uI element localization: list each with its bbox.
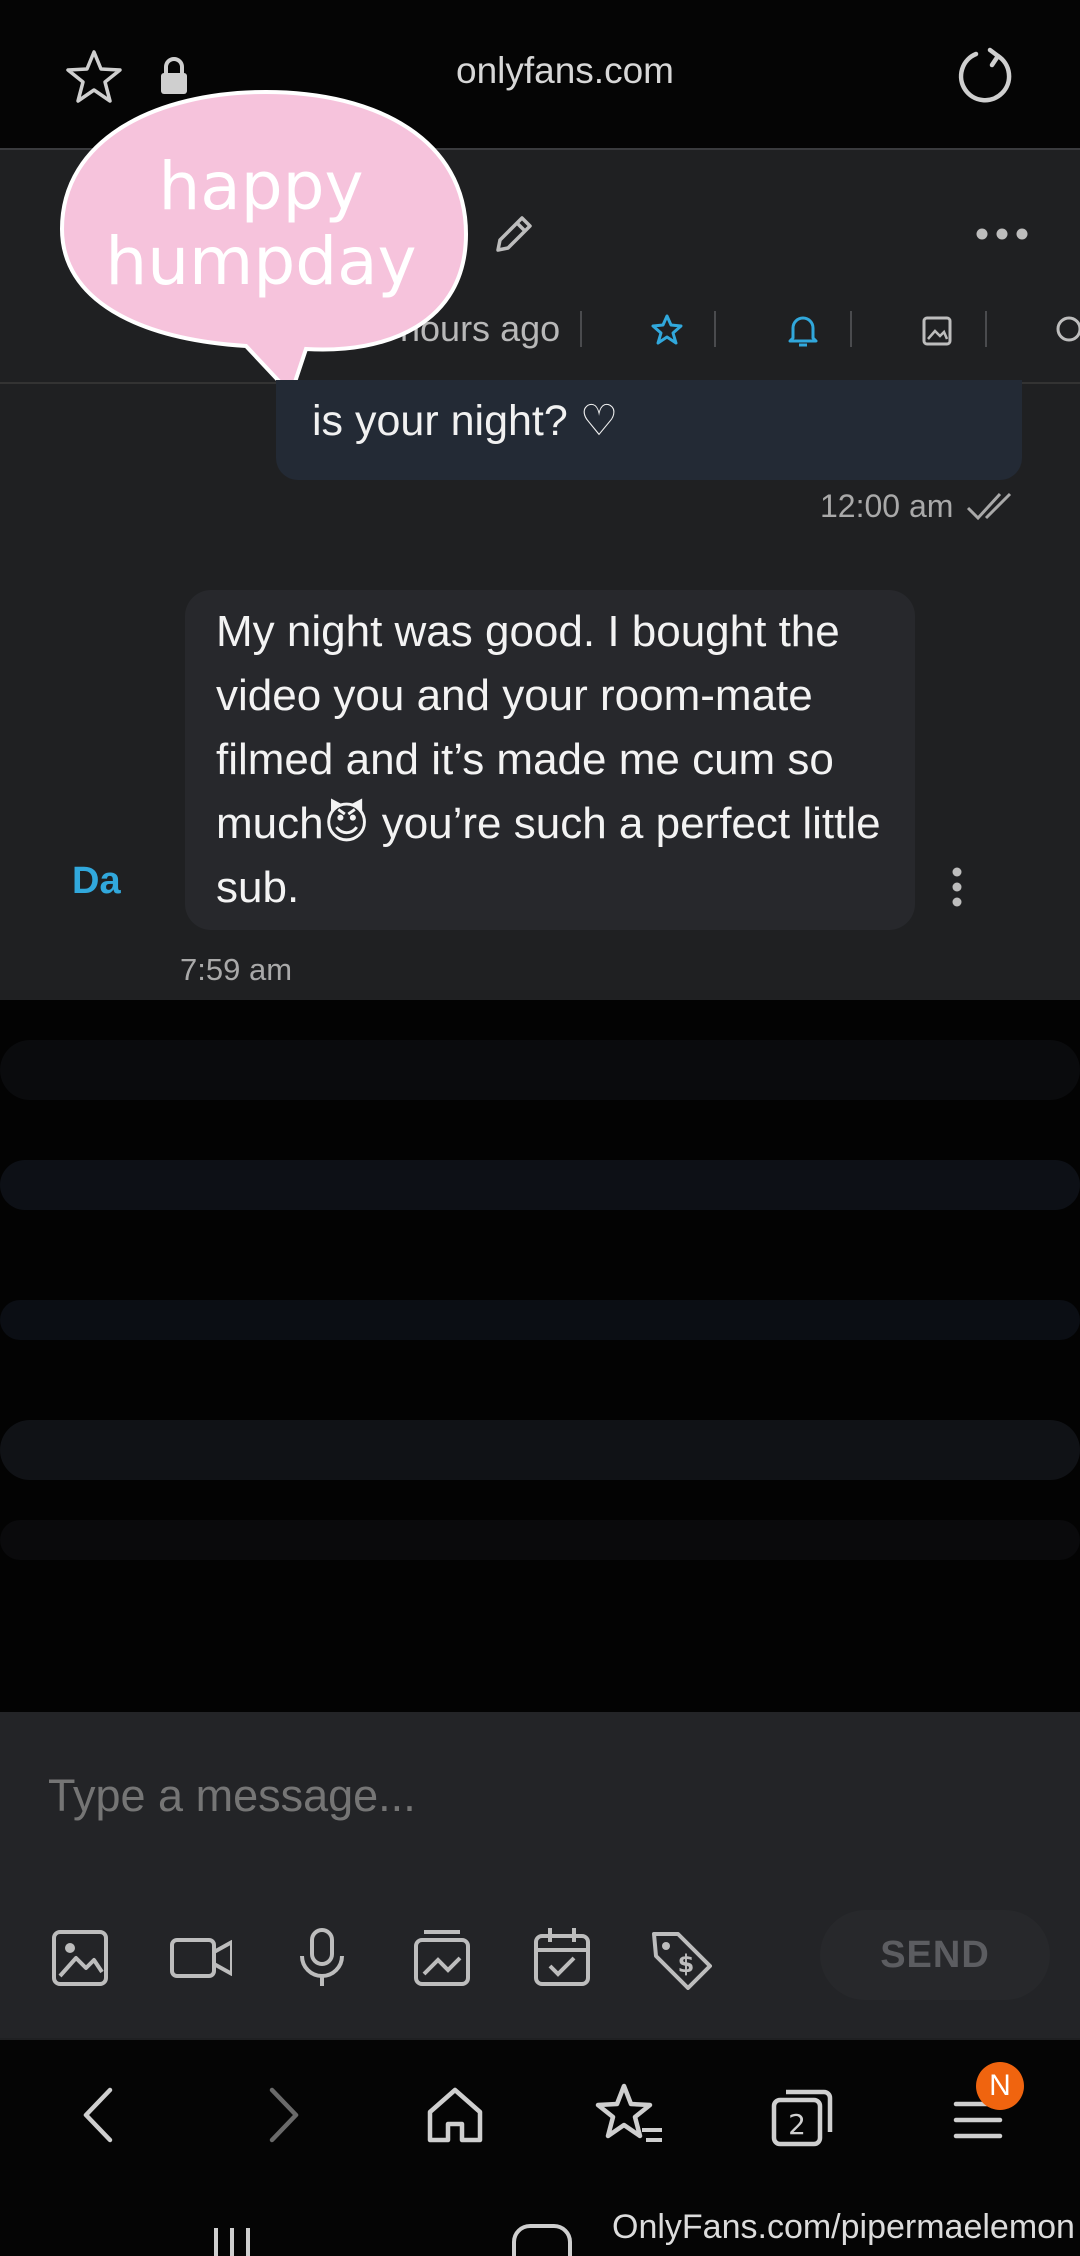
sticker-line-2: humpday [105, 223, 416, 300]
favorite-star-icon[interactable] [650, 313, 684, 347]
forward-arrow-icon[interactable] [246, 2080, 316, 2150]
divider [985, 311, 987, 347]
notification-bell-icon[interactable] [786, 312, 820, 348]
divider [850, 311, 852, 347]
schedule-calendar-icon[interactable] [530, 1926, 594, 1990]
tab-count: 2 [788, 2108, 806, 2141]
price-tag-icon[interactable]: $ [648, 1926, 712, 1990]
read-checkmark-icon [966, 492, 1012, 521]
back-arrow-icon[interactable] [66, 2080, 136, 2150]
incoming-message-time: 7:59 am [180, 952, 293, 987]
video-camera-icon[interactable] [168, 1926, 232, 1990]
tabs-icon[interactable]: 2 [766, 2080, 836, 2150]
incoming-message-text: My night was good. I bought the video yo… [216, 607, 881, 912]
message-input[interactable] [48, 1770, 808, 1822]
home-icon[interactable] [420, 2080, 490, 2150]
avatar[interactable]: Da [72, 860, 121, 903]
send-button[interactable]: SEND [820, 1910, 1050, 2000]
search-icon[interactable] [1052, 314, 1080, 348]
happy-humpday-sticker: happy humpday [59, 89, 469, 398]
home-gesture-icon[interactable] [510, 2222, 574, 2256]
more-options-icon[interactable] [974, 224, 1030, 244]
outgoing-message-time: 12:00 am [820, 488, 954, 524]
bookmarks-star-icon[interactable] [594, 2080, 664, 2150]
redacted-messages-area [0, 1000, 1080, 1720]
photo-attach-icon[interactable] [48, 1926, 112, 1990]
divider [714, 311, 716, 347]
sticker-line-1: happy [158, 148, 363, 225]
notification-badge: N [976, 2062, 1024, 2110]
watermark-text: OnlyFans.com/pipermaelemon [612, 2208, 1075, 2246]
divider [580, 311, 582, 347]
outgoing-message-text: is your night? ♡ [312, 397, 619, 445]
svg-text:$: $ [678, 1950, 695, 1978]
recent-apps-icon[interactable] [210, 2224, 260, 2256]
reload-icon[interactable] [954, 46, 1014, 106]
media-gallery-icon[interactable] [920, 314, 954, 348]
vault-icon[interactable] [410, 1926, 474, 1990]
edit-pencil-icon[interactable] [490, 212, 536, 258]
microphone-icon[interactable] [290, 1926, 354, 1990]
message-options-icon[interactable] [946, 864, 968, 910]
